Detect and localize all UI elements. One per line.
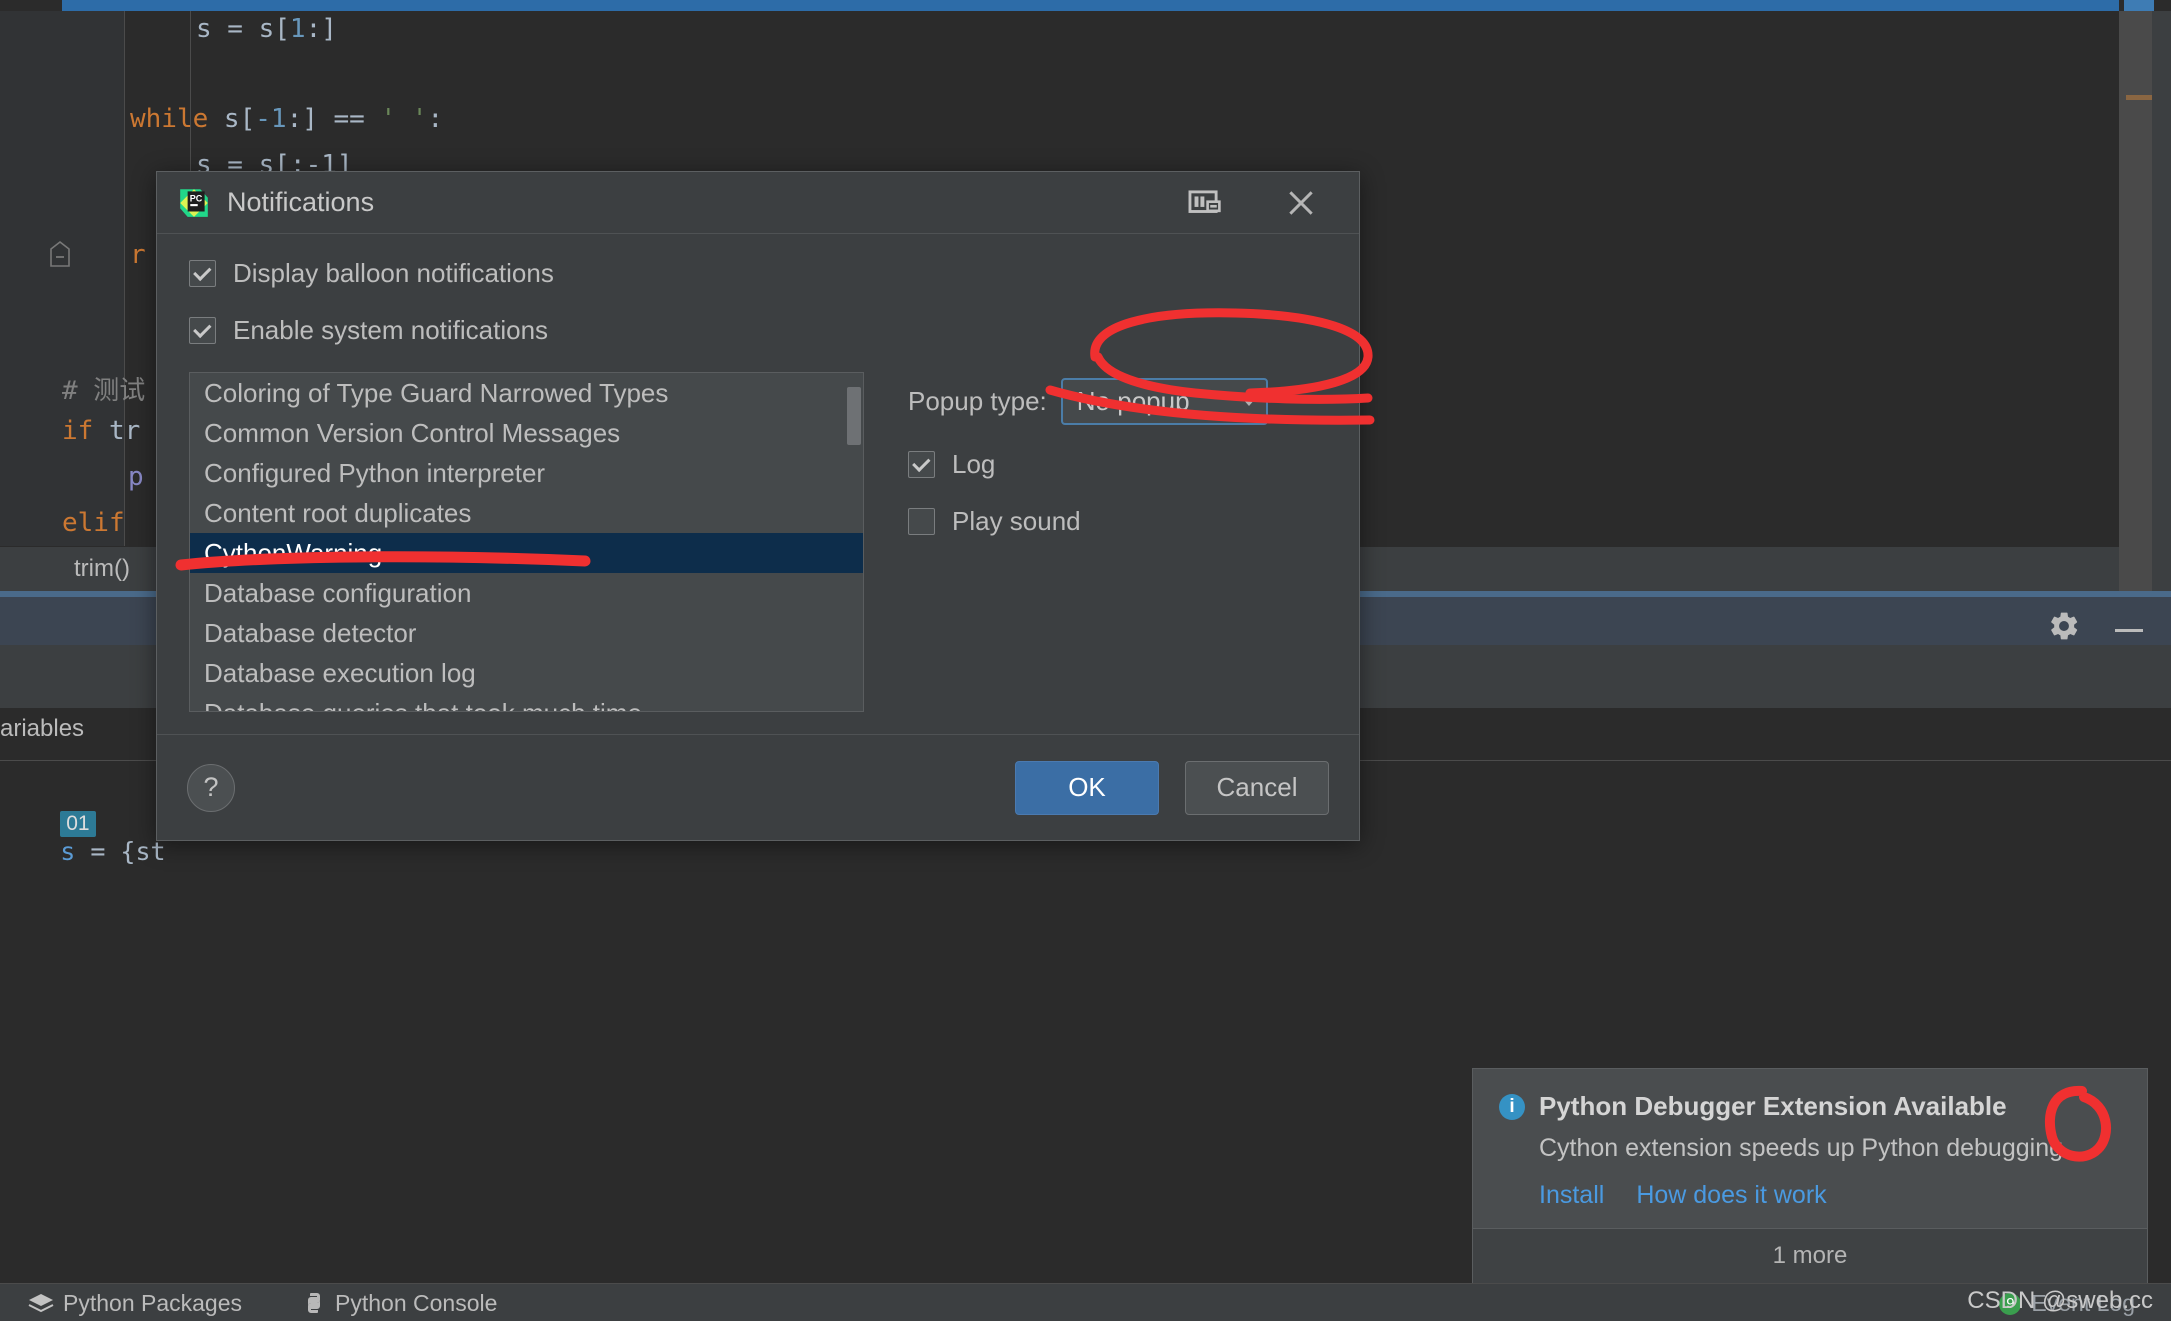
code-line: if tr bbox=[62, 416, 140, 446]
editor-marker bbox=[2126, 95, 2152, 100]
variable-row[interactable]: 01 s = {st bbox=[0, 778, 166, 895]
how-does-it-work-link[interactable]: How does it work bbox=[1636, 1181, 1826, 1210]
code-line: r bbox=[130, 240, 146, 270]
list-item[interactable]: CythonWarning bbox=[190, 533, 863, 573]
install-link[interactable]: Install bbox=[1539, 1181, 1604, 1210]
play-sound-checkbox[interactable] bbox=[908, 508, 935, 535]
notifications-dialog[interactable]: PC Notifications bbox=[156, 171, 1360, 841]
editor-left-strip bbox=[0, 11, 62, 626]
play-sound-label: Play sound bbox=[952, 506, 1081, 537]
log-label: Log bbox=[952, 449, 995, 480]
dialog-title: Notifications bbox=[227, 187, 1177, 218]
status-item-python-packages[interactable]: Python Packages bbox=[28, 1290, 242, 1317]
variable-value: = {st bbox=[75, 837, 165, 866]
balloon-body: i Python Debugger Extension Available Cy… bbox=[1473, 1069, 2147, 1228]
status-label-python-console: Python Console bbox=[335, 1290, 497, 1317]
editor-scrollbar[interactable] bbox=[2119, 11, 2152, 626]
play-sound-row[interactable]: Play sound bbox=[908, 506, 1268, 537]
help-button[interactable]: ? bbox=[187, 764, 235, 812]
gear-icon[interactable] bbox=[2047, 609, 2081, 643]
display-balloon-notifications-checkbox[interactable] bbox=[189, 260, 216, 287]
variable-badge: 01 bbox=[60, 811, 95, 837]
indent-guide bbox=[190, 11, 191, 171]
balloon-description: Cython extension speeds up Python debugg… bbox=[1539, 1134, 2121, 1163]
ok-button[interactable]: OK bbox=[1015, 761, 1159, 815]
list-scrollbar-thumb[interactable] bbox=[847, 387, 861, 445]
popup-type-label: Popup type: bbox=[908, 386, 1047, 417]
code-line: elif bbox=[62, 508, 125, 538]
notification-groups-list-items: Coloring of Type Guard Narrowed TypesCom… bbox=[190, 373, 863, 712]
code-line: p bbox=[128, 462, 144, 492]
list-item[interactable]: Coloring of Type Guard Narrowed Types bbox=[190, 373, 863, 413]
enable-system-notifications-label: Enable system notifications bbox=[233, 315, 548, 346]
popup-type-row: Popup type: No popup bbox=[908, 378, 1268, 425]
enable-system-notifications-row[interactable]: Enable system notifications bbox=[189, 315, 1327, 346]
editor-right-edge bbox=[2152, 11, 2171, 626]
chevron-down-icon bbox=[1242, 398, 1256, 406]
status-bar: Python Packages Python Console 9 Event L… bbox=[0, 1283, 2171, 1321]
notification-balloon[interactable]: i Python Debugger Extension Available Cy… bbox=[1472, 1068, 2148, 1284]
balloon-title: Python Debugger Extension Available bbox=[1539, 1091, 2007, 1122]
dialog-columns: Coloring of Type Guard Narrowed TypesCom… bbox=[189, 372, 1327, 712]
log-checkbox[interactable] bbox=[908, 451, 935, 478]
list-item[interactable]: Database queries that took much time bbox=[190, 693, 863, 712]
status-item-python-console[interactable]: Python Console bbox=[302, 1290, 497, 1317]
breadcrumb-left-pad bbox=[0, 546, 62, 592]
display-balloon-notifications-row[interactable]: Display balloon notifications bbox=[189, 258, 1327, 289]
list-item[interactable]: Database detector bbox=[190, 613, 863, 653]
cancel-button[interactable]: Cancel bbox=[1185, 761, 1329, 815]
enable-system-notifications-checkbox[interactable] bbox=[189, 317, 216, 344]
balloon-more-button[interactable]: 1 more bbox=[1473, 1228, 2147, 1283]
watermark: CSDN @sweb.cc bbox=[1967, 1287, 2153, 1315]
python-icon bbox=[302, 1291, 326, 1315]
status-label-python-packages: Python Packages bbox=[63, 1290, 242, 1317]
list-item[interactable]: Database configuration bbox=[190, 573, 863, 613]
minimize-icon[interactable] bbox=[2115, 629, 2143, 632]
code-fold-icon[interactable] bbox=[48, 240, 72, 270]
breadcrumb-label: trim() bbox=[74, 555, 130, 583]
close-icon[interactable] bbox=[1273, 181, 1329, 225]
info-icon: i bbox=[1499, 1094, 1525, 1120]
dialog-content: Display balloon notifications Enable sys… bbox=[157, 234, 1359, 712]
pycharm-window: s = s[1:]while s[-1:] == ' ':s = s[:-1]r… bbox=[0, 0, 2171, 1321]
code-line: s = s[1:] bbox=[196, 14, 337, 44]
pycharm-logo-icon: PC bbox=[177, 186, 211, 220]
svg-text:PC: PC bbox=[190, 193, 203, 203]
log-row[interactable]: Log bbox=[908, 449, 1268, 480]
variables-tab-label[interactable]: ariables bbox=[0, 715, 84, 743]
code-line: # 测试 bbox=[62, 370, 145, 407]
editor-selection-strip bbox=[62, 0, 2119, 11]
notification-settings-column: Popup type: No popup Log Play sound bbox=[908, 372, 1268, 712]
balloon-title-row: i Python Debugger Extension Available bbox=[1499, 1091, 2121, 1122]
editor-selection-strip-2 bbox=[2124, 0, 2154, 11]
dialog-footer: ? OK Cancel bbox=[157, 734, 1359, 840]
popup-type-dropdown[interactable]: No popup bbox=[1061, 378, 1268, 425]
notification-groups-list[interactable]: Coloring of Type Guard Narrowed TypesCom… bbox=[189, 372, 864, 712]
balloon-links: Install How does it work bbox=[1539, 1181, 2121, 1210]
code-line: while s[-1:] == ' ': bbox=[130, 104, 443, 134]
list-item[interactable]: Configured Python interpreter bbox=[190, 453, 863, 493]
indent-guide bbox=[124, 11, 125, 556]
list-item[interactable]: Common Version Control Messages bbox=[190, 413, 863, 453]
display-balloon-notifications-label: Display balloon notifications bbox=[233, 258, 554, 289]
popup-type-value: No popup bbox=[1077, 386, 1242, 417]
dialog-title-bar: PC Notifications bbox=[157, 172, 1359, 234]
variable-name: s bbox=[60, 837, 75, 866]
packages-icon bbox=[28, 1292, 54, 1314]
show-in-tray-icon[interactable] bbox=[1177, 181, 1233, 225]
list-item[interactable]: Content root duplicates bbox=[190, 493, 863, 533]
list-item[interactable]: Database execution log bbox=[190, 653, 863, 693]
